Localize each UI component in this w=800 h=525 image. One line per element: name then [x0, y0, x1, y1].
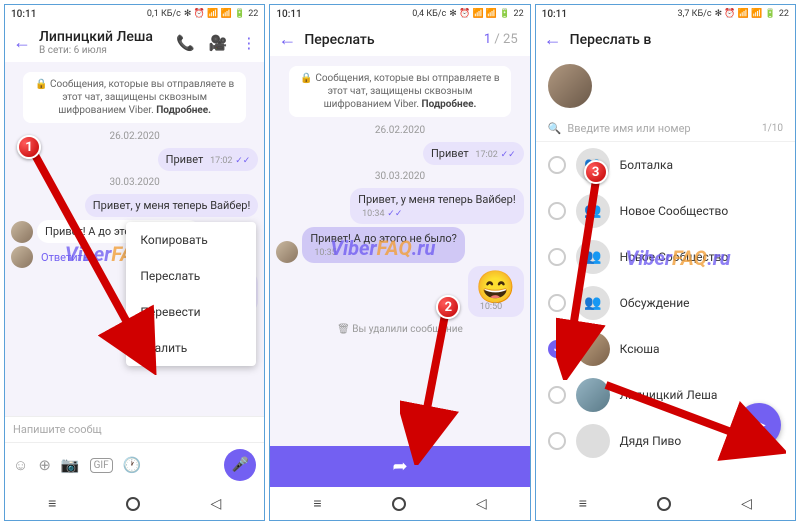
header-title: Переслать: [304, 32, 476, 48]
video-icon[interactable]: 🎥: [209, 34, 228, 52]
status-bar: 10:11 3,7 КБ/с ✻ ⏰ 📶 📶 🔋 22: [536, 5, 795, 23]
avatar-icon: [11, 246, 33, 268]
android-nav: ≡ ◁: [270, 487, 529, 520]
deleted-notice: 🗑 Вы удалили сообщение: [276, 320, 523, 339]
avatar-icon: [11, 221, 33, 243]
forward-header: ← Переслать 1 / 25: [270, 23, 529, 56]
nav-menu-icon[interactable]: ≡: [579, 495, 587, 512]
emoji-message[interactable]: 😄10:50: [276, 266, 523, 317]
header-title: Переслать в: [570, 32, 787, 48]
search-icon: 🔍: [548, 122, 562, 135]
chat-title: Липницкий Леша: [39, 29, 168, 45]
encryption-banner: 🔒 Сообщения, которые вы отправляете в эт…: [23, 72, 246, 123]
step-badge-3: 3: [584, 160, 608, 184]
sticker-icon[interactable]: ☺: [13, 456, 28, 474]
input-bar: Напишите сообщ: [5, 416, 264, 442]
clock-icon[interactable]: 🕐: [123, 456, 142, 474]
contact-row[interactable]: 👥 Обсуждение: [536, 280, 795, 326]
more-icon[interactable]: ⋮: [241, 34, 256, 52]
chat-header: ← Липницкий Леша В сети: 6 июля 📞 🎥 ⋮: [5, 23, 264, 62]
contact-row-selected[interactable]: Ксюша: [536, 326, 795, 372]
message-in-selected[interactable]: Привет! А до этого не было?10:35: [276, 227, 523, 263]
group-icon: 👥: [576, 194, 610, 228]
message-out[interactable]: Привет, у меня теперь Вайбер!10:34 ✓✓: [276, 188, 523, 224]
avatar-icon: [576, 378, 610, 412]
step-badge-1: 1: [17, 135, 41, 159]
status-bar: 10:11 0,1 КБ/с ✻ ⏰ 📶 📶 🔋 22: [5, 5, 264, 23]
back-icon[interactable]: ←: [278, 29, 296, 50]
android-nav: ≡ ◁: [5, 487, 264, 520]
message-out[interactable]: Привет, у меня теперь Вайбер!: [11, 194, 258, 217]
date-separator: 30.03.2020: [11, 177, 258, 188]
nav-back-icon[interactable]: ◁: [741, 496, 752, 512]
nav-back-icon[interactable]: ◁: [476, 496, 487, 512]
group-icon: 👥: [576, 286, 610, 320]
radio-checked-icon: [548, 340, 566, 358]
call-icon[interactable]: 📞: [176, 34, 195, 52]
selection-count: 1/10: [762, 123, 783, 134]
menu-delete[interactable]: Удалить: [126, 330, 256, 366]
gif-icon[interactable]: GIF: [90, 458, 113, 473]
group-icon: 👥: [576, 240, 610, 274]
contact-row[interactable]: 👥 Новое Сообщество: [536, 234, 795, 280]
panel-chat: 10:11 0,1 КБ/с ✻ ⏰ 📶 📶 🔋 22 ← Липницкий …: [4, 4, 265, 521]
menu-copy[interactable]: Копировать: [126, 222, 256, 258]
menu-forward[interactable]: Переслать: [126, 258, 256, 294]
panel-forward-to: 10:11 3,7 КБ/с ✻ ⏰ 📶 📶 🔋 22 ← Переслать …: [535, 4, 796, 521]
selected-avatar: [548, 64, 592, 108]
avatar-icon: [576, 332, 610, 366]
nav-menu-icon[interactable]: ≡: [313, 495, 321, 512]
nav-home-icon[interactable]: [657, 497, 671, 511]
message-out[interactable]: Привет 17:02 ✓✓: [11, 148, 258, 171]
encryption-banner: 🔒 Сообщения, которые вы отправляете в эт…: [289, 66, 512, 117]
contact-row[interactable]: 👥 Болталка: [536, 142, 795, 188]
send-button[interactable]: ➤: [737, 403, 781, 447]
selection-counter: 1 / 25: [484, 32, 518, 47]
camera-icon[interactable]: 📷: [61, 456, 80, 474]
panel-forward-select: 10:11 0,4 КБ/с ✻ ⏰ 📶 📶 🔋 22 ← Переслать …: [269, 4, 530, 521]
contact-row[interactable]: 👥 Новое Сообщество: [536, 188, 795, 234]
status-time: 10:11: [11, 9, 36, 20]
search-row[interactable]: 🔍 Введите имя или номер 1/10: [536, 116, 795, 142]
nav-home-icon[interactable]: [126, 497, 140, 511]
context-menu: Копировать Переслать Перевести Удалить: [126, 222, 256, 366]
avatar-icon: [576, 424, 610, 458]
nav-back-icon[interactable]: ◁: [210, 496, 221, 512]
back-icon[interactable]: ←: [13, 32, 31, 53]
status-bar: 10:11 0,4 КБ/с ✻ ⏰ 📶 📶 🔋 22: [270, 5, 529, 23]
forward-action-button[interactable]: ➦: [270, 446, 529, 487]
date-separator: 26.02.2020: [11, 131, 258, 142]
avatar-icon: [276, 241, 298, 263]
nav-menu-icon[interactable]: ≡: [48, 495, 56, 512]
search-input[interactable]: Введите имя или номер: [567, 122, 762, 135]
message-out[interactable]: Привет 17:02 ✓✓: [276, 142, 523, 165]
nav-home-icon[interactable]: [392, 497, 406, 511]
message-input[interactable]: Напишите сообщ: [13, 423, 256, 436]
back-icon[interactable]: ←: [544, 29, 562, 50]
chat-subtitle: В сети: 6 июля: [39, 45, 168, 56]
android-nav: ≡ ◁: [536, 487, 795, 520]
menu-translate[interactable]: Перевести: [126, 294, 256, 330]
plus-icon[interactable]: ⊕: [38, 456, 51, 474]
forward-to-header: ← Переслать в: [536, 23, 795, 56]
mic-button[interactable]: 🎤: [224, 449, 256, 481]
